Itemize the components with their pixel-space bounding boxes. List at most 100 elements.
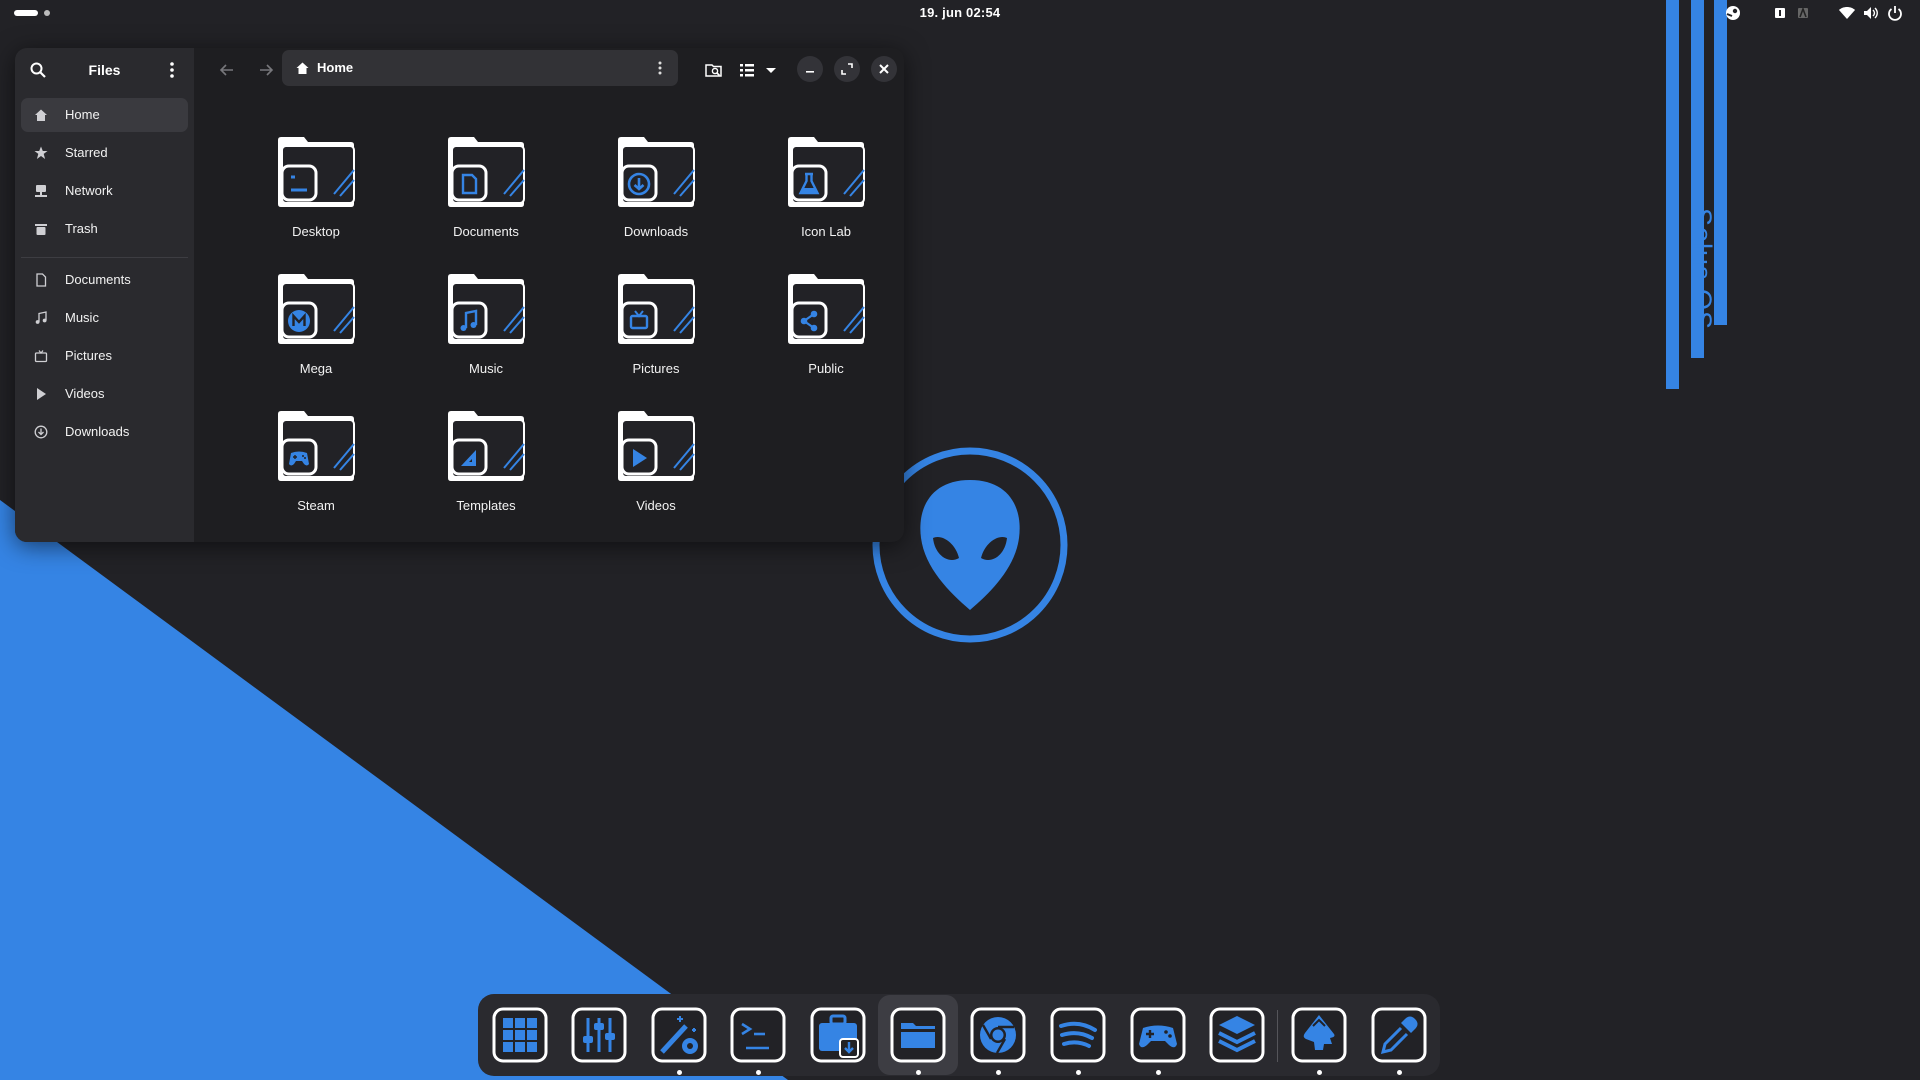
network-icon: [35, 185, 47, 197]
sidebar-item-network[interactable]: Network: [21, 174, 188, 208]
sidebar-item-documents[interactable]: Documents: [21, 263, 188, 297]
sidebar: Files Home Starred Network Trash Documen…: [15, 48, 194, 542]
spotify-icon: [1050, 1007, 1106, 1063]
music-icon: [35, 311, 47, 324]
main-menu-icon[interactable]: [163, 61, 181, 79]
folder-mega[interactable]: Mega: [245, 271, 375, 391]
sidebar-item-label: Music: [65, 310, 99, 325]
sidebar-item-home[interactable]: Home: [21, 98, 188, 132]
location-bar[interactable]: Home: [282, 50, 678, 86]
flask-folder-icon: [788, 137, 865, 207]
sidebar-item-label: Trash: [65, 221, 98, 236]
folder-documents[interactable]: Documents: [415, 134, 545, 254]
home-icon: [35, 109, 47, 121]
folder-label: Desktop: [292, 224, 340, 239]
trash-icon: [35, 224, 47, 235]
folder-public[interactable]: Public: [755, 271, 885, 391]
search-folder-icon[interactable]: [705, 61, 723, 79]
folder-videos[interactable]: Videos: [585, 408, 715, 528]
wifi-icon[interactable]: [1838, 4, 1856, 22]
folder-music[interactable]: Music: [415, 271, 545, 391]
desktop-folder-icon: [278, 137, 355, 207]
template-folder-icon: [448, 411, 525, 481]
steam-icon[interactable]: [1724, 4, 1742, 22]
dock-inkscape[interactable]: [1290, 1006, 1348, 1064]
files-icon: [890, 1007, 946, 1063]
volume-icon[interactable]: [1862, 4, 1880, 22]
running-indicator: [996, 1070, 1001, 1075]
video-folder-icon: [618, 411, 695, 481]
dock-color-picker[interactable]: [1370, 1006, 1428, 1064]
download-folder-icon: [618, 137, 695, 207]
app-grid-icon: [492, 1007, 548, 1063]
brand-text: Solus OS: [1687, 208, 1717, 331]
close-button[interactable]: [871, 56, 897, 82]
folder-steam[interactable]: Steam: [245, 408, 375, 528]
clock[interactable]: 19. jun 02:54: [0, 5, 1920, 20]
dock-games[interactable]: [1129, 1006, 1187, 1064]
gamepad-icon: [1130, 1007, 1186, 1063]
running-indicator: [756, 1070, 761, 1075]
dock: [478, 994, 1440, 1076]
folder-label: Templates: [456, 498, 516, 513]
dock-chrome[interactable]: [969, 1006, 1027, 1064]
top-bar: 19. jun 02:54: [0, 0, 1920, 26]
dock-tweaks[interactable]: [650, 1006, 708, 1064]
dock-files[interactable]: [878, 995, 958, 1075]
sidebar-item-videos[interactable]: Videos: [21, 377, 188, 411]
minimize-icon: [806, 71, 814, 73]
dock-terminal[interactable]: [729, 1006, 787, 1064]
folder-label: Public: [808, 361, 844, 376]
home-icon: [296, 62, 309, 74]
power-icon[interactable]: [1886, 4, 1904, 22]
sidebar-item-pictures[interactable]: Pictures: [21, 339, 188, 373]
dock-spotify[interactable]: [1049, 1006, 1107, 1064]
folder-label: Downloads: [623, 224, 689, 239]
sidebar-item-music[interactable]: Music: [21, 301, 188, 335]
folder-downloads[interactable]: Downloads: [585, 134, 715, 254]
folder-icon-lab[interactable]: Icon Lab: [755, 134, 885, 254]
list-view-icon[interactable]: [738, 61, 756, 79]
folder-pictures[interactable]: Pictures: [585, 271, 715, 391]
folder-templates[interactable]: Templates: [415, 408, 545, 528]
stack-layers-icon: [1209, 1007, 1265, 1063]
share-folder-icon: [788, 274, 865, 344]
maximize-icon: [841, 63, 853, 75]
running-indicator: [1076, 1070, 1081, 1075]
music-folder-icon: [448, 274, 525, 344]
document-icon: [36, 273, 47, 287]
folder-label: Icon Lab: [801, 224, 851, 239]
running-indicator: [1156, 1070, 1161, 1075]
running-indicator: [916, 1070, 921, 1075]
chevron-down-icon[interactable]: [762, 61, 780, 79]
forward-arrow-icon[interactable]: [257, 61, 275, 79]
dock-separator: [1277, 1010, 1278, 1062]
folder-desktop[interactable]: Desktop: [245, 134, 375, 254]
dock-mixer-settings[interactable]: [570, 1006, 628, 1064]
sidebar-item-label: Documents: [65, 272, 131, 287]
gamepad-folder-icon: [278, 411, 355, 481]
dock-layers[interactable]: [1208, 1006, 1266, 1064]
sidebar-item-label: Downloads: [65, 424, 130, 439]
location-menu-icon[interactable]: [652, 60, 668, 76]
dock-software-center[interactable]: [809, 1006, 867, 1064]
files-window: Files Home Starred Network Trash Documen…: [15, 48, 904, 542]
running-indicator: [1397, 1070, 1402, 1075]
minimize-button[interactable]: [797, 56, 823, 82]
sidebar-item-trash[interactable]: Trash: [21, 212, 188, 246]
content-pane: Home Desktop Documents Downloads Icon La…: [194, 48, 904, 542]
folder-label: Videos: [636, 498, 676, 513]
document-folder-icon: [448, 137, 525, 207]
sidebar-item-label: Videos: [65, 386, 105, 401]
back-arrow-icon[interactable]: [218, 61, 236, 79]
sidebar-item-starred[interactable]: Starred: [21, 136, 188, 170]
sidebar-item-label: Pictures: [65, 348, 112, 363]
info-icon[interactable]: [1771, 4, 1789, 22]
sidebar-item-downloads[interactable]: Downloads: [21, 415, 188, 449]
play-icon: [37, 388, 46, 400]
maximize-button[interactable]: [834, 56, 860, 82]
color-picker-icon: [1371, 1007, 1427, 1063]
sidebar-item-label: Home: [65, 107, 100, 122]
app-grid-button[interactable]: [491, 1006, 549, 1064]
keyboard-layout-icon[interactable]: [1794, 4, 1812, 22]
